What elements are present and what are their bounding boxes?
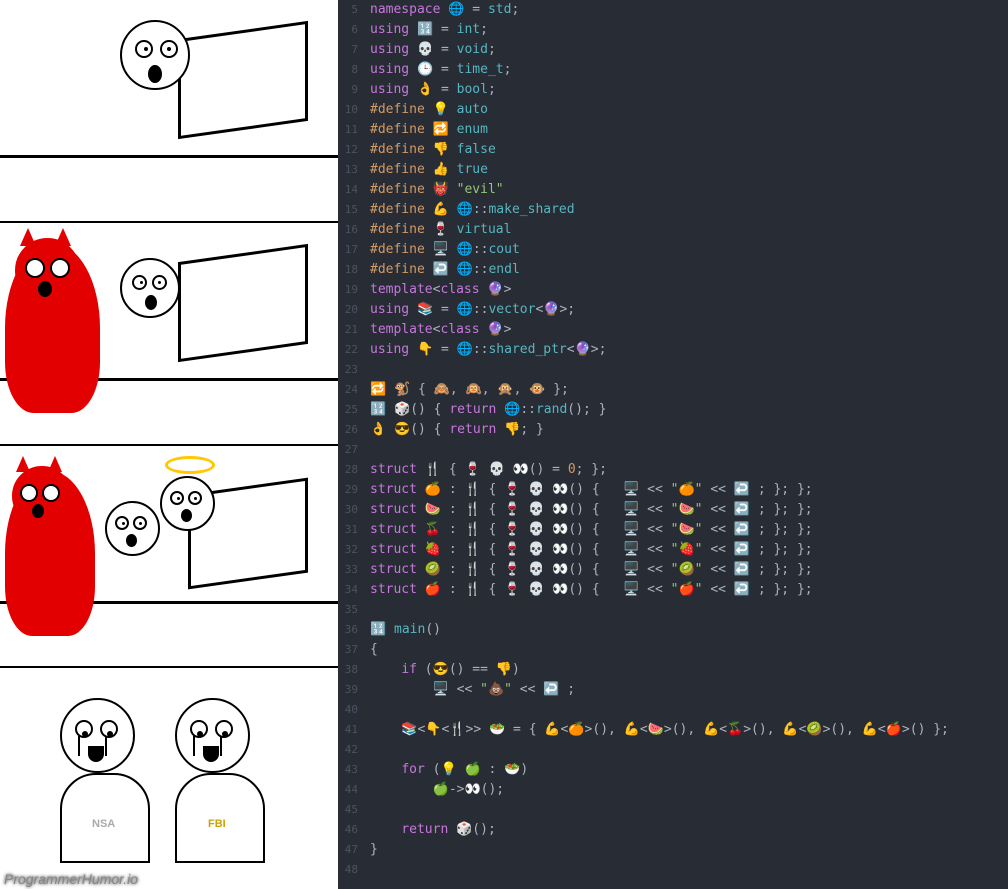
code-line[interactable]: struct 🥝 : 🍴 { 🍷 💀 👀() { 🖥️ << "🥝" << ↩️…: [370, 560, 1008, 580]
line-number: 44: [338, 780, 358, 800]
line-number: 12: [338, 140, 358, 160]
line-number: 11: [338, 120, 358, 140]
line-number: 28: [338, 460, 358, 480]
line-number: 46: [338, 820, 358, 840]
code-line[interactable]: struct 🍉 : 🍴 { 🍷 💀 👀() { 🖥️ << "🍉" << ↩️…: [370, 500, 1008, 520]
code-line[interactable]: 🔢 🎲() { return 🌐::rand(); }: [370, 400, 1008, 420]
line-number: 27: [338, 440, 358, 460]
code-line[interactable]: struct 🍊 : 🍴 { 🍷 💀 👀() { 🖥️ << "🍊" << ↩️…: [370, 480, 1008, 500]
line-number: 48: [338, 860, 358, 880]
code-line[interactable]: struct 🍓 : 🍴 { 🍷 💀 👀() { 🖥️ << "🍓" << ↩️…: [370, 540, 1008, 560]
code-line[interactable]: 🔁 🐒 { 🙈, 🙉, 🙊, 🐵 };: [370, 380, 1008, 400]
line-number: 21: [338, 320, 358, 340]
line-number: 13: [338, 160, 358, 180]
code-line[interactable]: [370, 860, 1008, 880]
line-number: 5: [338, 0, 358, 20]
code-line[interactable]: [370, 740, 1008, 760]
line-number: 7: [338, 40, 358, 60]
line-number: 37: [338, 640, 358, 660]
line-number: 19: [338, 280, 358, 300]
code-line[interactable]: #define 👹 "evil": [370, 180, 1008, 200]
code-line[interactable]: struct 🍴 { 🍷 💀 👀() = 0; };: [370, 460, 1008, 480]
nsa-label: NSA: [92, 818, 115, 830]
line-number: 22: [338, 340, 358, 360]
code-line[interactable]: 🖥️ << "💩" << ↩️ ;: [370, 680, 1008, 700]
code-line[interactable]: using 💀 = void;: [370, 40, 1008, 60]
line-number: 18: [338, 260, 358, 280]
line-number: 38: [338, 660, 358, 680]
code-line[interactable]: struct 🍒 : 🍴 { 🍷 💀 👀() { 🖥️ << "🍉" << ↩️…: [370, 520, 1008, 540]
code-line[interactable]: namespace 🌐 = std;: [370, 0, 1008, 20]
line-number: 14: [338, 180, 358, 200]
comic-panel-3: [0, 446, 338, 669]
code-line[interactable]: #define 👍 true: [370, 160, 1008, 180]
comic-panel-2: [0, 223, 338, 446]
code-body[interactable]: namespace 🌐 = std;using 🔢 = int;using 💀 …: [364, 0, 1008, 889]
line-number: 16: [338, 220, 358, 240]
code-line[interactable]: for (💡 🍏 : 🥗): [370, 760, 1008, 780]
line-number: 8: [338, 60, 358, 80]
line-number: 47: [338, 840, 358, 860]
code-line[interactable]: [370, 360, 1008, 380]
line-number: 43: [338, 760, 358, 780]
line-number: 6: [338, 20, 358, 40]
line-number: 24: [338, 380, 358, 400]
code-line[interactable]: using 🔢 = int;: [370, 20, 1008, 40]
code-line[interactable]: [370, 700, 1008, 720]
line-number: 29: [338, 480, 358, 500]
code-line[interactable]: #define 🖥️ 🌐::cout: [370, 240, 1008, 260]
line-number-gutter: 5678910111213141516171819202122232425262…: [338, 0, 364, 889]
comic-panel-4: NSA FBI: [0, 668, 338, 889]
code-line[interactable]: [370, 800, 1008, 820]
code-line[interactable]: using 👌 = bool;: [370, 80, 1008, 100]
code-line[interactable]: 🔢 main(): [370, 620, 1008, 640]
code-line[interactable]: #define 👎 false: [370, 140, 1008, 160]
line-number: 25: [338, 400, 358, 420]
line-number: 45: [338, 800, 358, 820]
line-number: 36: [338, 620, 358, 640]
line-number: 32: [338, 540, 358, 560]
code-line[interactable]: using 📚 = 🌐::vector<🔮>;: [370, 300, 1008, 320]
line-number: 41: [338, 720, 358, 740]
line-number: 9: [338, 80, 358, 100]
code-line[interactable]: 📚<👇<🍴>> 🥗 = { 💪<🍊>(), 💪<🍉>(), 💪<🍒>(), 💪<…: [370, 720, 1008, 740]
line-number: 23: [338, 360, 358, 380]
code-line[interactable]: #define 💪 🌐::make_shared: [370, 200, 1008, 220]
code-line[interactable]: [370, 440, 1008, 460]
line-number: 30: [338, 500, 358, 520]
line-number: 17: [338, 240, 358, 260]
line-number: 26: [338, 420, 358, 440]
code-editor: 5678910111213141516171819202122232425262…: [338, 0, 1008, 889]
code-line[interactable]: {: [370, 640, 1008, 660]
fbi-label: FBI: [208, 818, 226, 830]
line-number: 33: [338, 560, 358, 580]
code-line[interactable]: #define 💡 auto: [370, 100, 1008, 120]
code-line[interactable]: using 👇 = 🌐::shared_ptr<🔮>;: [370, 340, 1008, 360]
code-line[interactable]: #define ↩️ 🌐::endl: [370, 260, 1008, 280]
comic-panel-1: [0, 0, 338, 223]
line-number: 35: [338, 600, 358, 620]
code-line[interactable]: struct 🍎 : 🍴 { 🍷 💀 👀() { 🖥️ << "🍎" << ↩️…: [370, 580, 1008, 600]
code-line[interactable]: return 🎲();: [370, 820, 1008, 840]
watermark: ProgrammerHumor.io: [4, 871, 138, 887]
comic-strip: NSA FBI: [0, 0, 338, 889]
code-line[interactable]: #define 🍷 virtual: [370, 220, 1008, 240]
line-number: 39: [338, 680, 358, 700]
code-line[interactable]: using 🕒 = time_t;: [370, 60, 1008, 80]
line-number: 20: [338, 300, 358, 320]
code-line[interactable]: template<class 🔮>: [370, 320, 1008, 340]
code-line[interactable]: if (😎() == 👎): [370, 660, 1008, 680]
code-line[interactable]: 👌 😎() { return 👎; }: [370, 420, 1008, 440]
code-line[interactable]: template<class 🔮>: [370, 280, 1008, 300]
code-line[interactable]: }: [370, 840, 1008, 860]
line-number: 10: [338, 100, 358, 120]
code-line[interactable]: 🍏->👀();: [370, 780, 1008, 800]
line-number: 42: [338, 740, 358, 760]
code-line[interactable]: #define 🔁 enum: [370, 120, 1008, 140]
line-number: 31: [338, 520, 358, 540]
line-number: 40: [338, 700, 358, 720]
line-number: 34: [338, 580, 358, 600]
line-number: 15: [338, 200, 358, 220]
code-line[interactable]: [370, 600, 1008, 620]
